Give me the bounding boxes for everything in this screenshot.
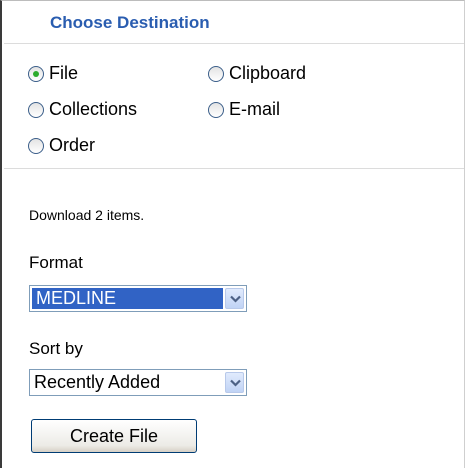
radio-selected-dot <box>33 70 39 77</box>
sort-by-select[interactable]: Recently Added <box>29 369 247 396</box>
radio-button-icon[interactable] <box>28 65 44 82</box>
radio-order-label: Order <box>49 135 96 155</box>
sort-by-select-value: Recently Added <box>34 372 161 392</box>
radio-collections[interactable]: Collections <box>28 99 137 120</box>
radio-clipboard[interactable]: Clipboard <box>208 63 306 84</box>
create-file-button[interactable]: Create File <box>31 419 197 453</box>
format-label: Format <box>29 253 83 272</box>
section-divider <box>4 168 464 169</box>
chevron-down-icon[interactable] <box>225 372 244 393</box>
radio-collections-label: Collections <box>49 99 138 119</box>
download-message: Download 2 items. <box>29 207 145 223</box>
radio-file-label: File <box>49 63 79 83</box>
radio-order[interactable]: Order <box>28 135 95 156</box>
sort-by-label: Sort by <box>29 339 83 358</box>
radio-clipboard-label: Clipboard <box>229 63 307 83</box>
radio-button-icon[interactable] <box>208 65 224 82</box>
format-select-value: MEDLINE <box>32 288 223 309</box>
panel-title: Choose Destination <box>50 13 210 32</box>
radio-button-icon[interactable] <box>28 137 44 154</box>
radio-button-icon[interactable] <box>208 101 224 118</box>
radio-file[interactable]: File <box>28 63 78 84</box>
chevron-down-icon[interactable] <box>225 288 244 309</box>
radio-email[interactable]: E-mail <box>208 99 280 120</box>
panel-header: Choose Destination <box>4 1 464 44</box>
destination-panel: Choose Destination File Clipboard Collec… <box>0 0 465 468</box>
radio-button-icon[interactable] <box>28 101 44 118</box>
format-select[interactable]: MEDLINE <box>29 285 247 312</box>
radio-email-label: E-mail <box>229 99 281 119</box>
